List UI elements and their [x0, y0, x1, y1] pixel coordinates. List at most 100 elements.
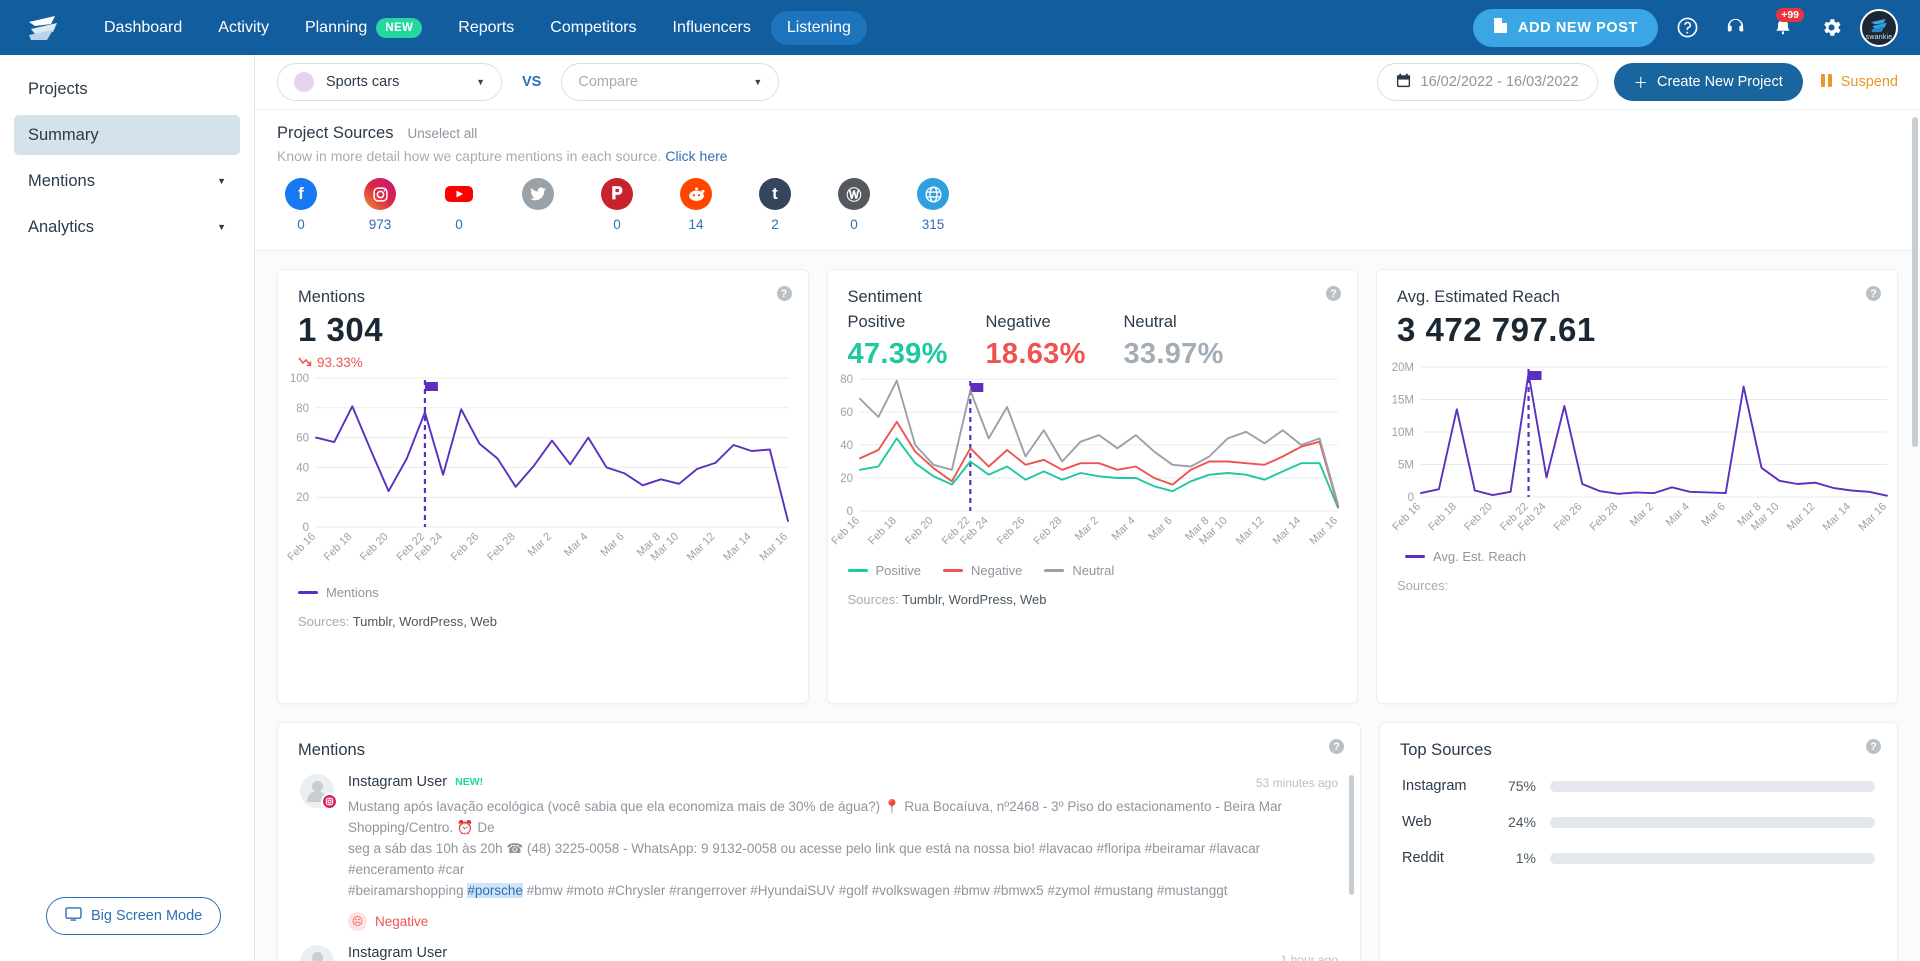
top-sources-title: Top Sources	[1400, 741, 1492, 759]
svg-text:Mar 4: Mar 4	[562, 531, 590, 559]
project-sources-subtitle-text: Know in more detail how we capture menti…	[277, 148, 662, 164]
nav-item-reports[interactable]: Reports	[442, 11, 530, 45]
source-web[interactable]: 315	[913, 178, 953, 232]
svg-text:80: 80	[840, 374, 853, 386]
new-badge: NEW	[376, 17, 423, 38]
legend-color-swatch	[1044, 569, 1065, 572]
nav-item-dashboard[interactable]: Dashboard	[88, 11, 198, 45]
big-screen-mode-button[interactable]: Big Screen Mode	[46, 897, 222, 935]
svg-text:20: 20	[840, 473, 853, 485]
help-icon[interactable]: ?	[1866, 739, 1881, 754]
page-scrollbar[interactable]	[1912, 117, 1918, 447]
chevron-down-icon: ▼	[753, 77, 763, 87]
svg-text:Feb 16: Feb 16	[829, 515, 862, 548]
mentions-delta-value: 93.33%	[317, 355, 363, 370]
project-select[interactable]: Sports cars ▼	[277, 63, 502, 101]
notifications-bell-icon[interactable]: +99	[1764, 7, 1804, 47]
compare-select-placeholder: Compare	[578, 74, 638, 90]
list-item[interactable]: Instagram User 1 hour ago	[278, 937, 1360, 961]
svg-text:Mar 14: Mar 14	[1821, 501, 1854, 534]
svg-text:Feb 28: Feb 28	[1031, 515, 1064, 548]
mention-highlighted-keyword: #porsche	[467, 882, 523, 898]
date-range-picker[interactable]: 16/02/2022 - 16/03/2022	[1376, 63, 1598, 101]
source-tumblr[interactable]: t 2	[755, 178, 795, 232]
source-twitter[interactable]	[518, 178, 558, 232]
source-instagram[interactable]: 973	[360, 178, 400, 232]
nav-item-listening[interactable]: Listening	[770, 10, 867, 45]
mentions-feed-card: ? Mentions Instagram User NEW! Mustang a…	[277, 722, 1361, 961]
reach-sources: Sources:	[1377, 564, 1897, 609]
suspend-label: Suspend	[1840, 74, 1898, 90]
help-icon[interactable]: ?	[1329, 739, 1344, 754]
sources-prefix: Sources:	[847, 592, 899, 607]
help-icon[interactable]	[1668, 9, 1706, 47]
nav-item-influencers[interactable]: Influencers	[657, 11, 767, 45]
vs-label: VS	[522, 74, 542, 90]
top-source-name: Reddit	[1402, 850, 1444, 866]
reach-chart: 0 5M 10M 15M 20M Feb 16 Feb 18 Feb 20 Feb 22 Feb …	[1377, 359, 1897, 549]
svg-text:Feb 20: Feb 20	[358, 531, 391, 564]
svg-text:Feb 18: Feb 18	[866, 515, 899, 548]
legend-color-swatch	[943, 569, 964, 572]
settings-gear-icon[interactable]	[1812, 9, 1850, 47]
list-item[interactable]: Instagram User NEW! Mustang após lavação…	[278, 760, 1360, 937]
sentiment-negative: Negative 18.63%	[986, 313, 1124, 371]
svg-text:40: 40	[296, 462, 309, 474]
sentiment-neutral: Neutral 33.97%	[1124, 313, 1262, 371]
trend-down-icon	[298, 355, 312, 370]
mention-username: Instagram User	[348, 944, 448, 961]
reach-total-value: 3 472 797.61	[1397, 311, 1596, 348]
help-icon[interactable]: ?	[776, 286, 792, 301]
source-pinterest[interactable]: 𝐏 0	[597, 178, 637, 232]
stilingue-logo-icon[interactable]	[22, 11, 64, 45]
big-screen-mode-label: Big Screen Mode	[91, 908, 203, 924]
nav-label: Reports	[458, 18, 515, 36]
svg-text:Feb 26: Feb 26	[1552, 501, 1585, 534]
svg-text:Mar 12: Mar 12	[1233, 515, 1266, 548]
sentiment-label: Negative	[985, 313, 1051, 331]
nav-item-activity[interactable]: Activity	[202, 11, 285, 45]
filter-bar: Sports cars ▼ VS Compare ▼ 16/02/2022 - …	[255, 55, 1920, 110]
source-reddit[interactable]: 14	[676, 178, 716, 232]
help-icon[interactable]: ?	[1866, 286, 1881, 301]
compare-select[interactable]: Compare ▼	[561, 63, 780, 101]
nav-item-planning[interactable]: Planning NEW	[289, 10, 438, 46]
source-facebook[interactable]: f 0	[281, 178, 321, 232]
nav-label: Dashboard	[104, 18, 183, 36]
mention-text-line-3a: #beiramarshopping	[348, 882, 468, 898]
headset-support-icon[interactable]	[1716, 9, 1754, 47]
create-new-project-button[interactable]: ＋ Create New Project	[1613, 63, 1803, 101]
mention-text: Mustang após lavação ecológica (você sab…	[348, 797, 1338, 902]
sidebar-item-analytics[interactable]: Analytics ▼	[14, 207, 240, 247]
mention-text-line-1: Mustang após lavação ecológica (você sab…	[348, 799, 1282, 835]
mentions-card-title: Mentions	[298, 288, 365, 306]
click-here-link[interactable]: Click here	[665, 148, 727, 164]
svg-text:5M: 5M	[1398, 460, 1414, 472]
source-wordpress[interactable]: Ⓦ 0	[834, 178, 874, 232]
svg-text:Feb 18: Feb 18	[1426, 501, 1459, 534]
sidebar-item-projects[interactable]: Projects	[14, 69, 240, 109]
unselect-all-link[interactable]: Unselect all	[407, 126, 477, 141]
nav-item-competitors[interactable]: Competitors	[534, 11, 652, 45]
svg-text:Feb 18: Feb 18	[322, 531, 355, 564]
mention-timestamp: 53 minutes ago	[1255, 776, 1338, 790]
top-source-name: Web	[1402, 814, 1432, 830]
source-count: 0	[297, 217, 305, 232]
user-avatar[interactable]: swankie	[1860, 8, 1898, 47]
svg-text:Mar 14: Mar 14	[1270, 515, 1303, 548]
add-new-post-button[interactable]: ADD NEW POST	[1473, 8, 1658, 47]
sidebar-item-label: Mentions	[28, 171, 95, 190]
svg-text:Mar 2: Mar 2	[1072, 515, 1100, 543]
facebook-icon: f	[285, 178, 317, 210]
source-count: 973	[368, 217, 392, 232]
suspend-button[interactable]: Suspend	[1820, 73, 1898, 91]
notification-count-badge: +99	[1776, 7, 1804, 22]
sidebar-item-summary[interactable]: Summary	[14, 115, 240, 155]
help-icon[interactable]: ?	[1326, 286, 1341, 301]
nav-items: Dashboard Activity Planning NEW Reports …	[88, 10, 867, 46]
source-youtube[interactable]: 0	[439, 178, 479, 232]
sidebar-item-mentions[interactable]: Mentions ▼	[14, 161, 240, 201]
table-row: Reddit 1%	[1380, 840, 1897, 876]
add-new-post-label: ADD NEW POST	[1518, 19, 1638, 36]
table-row: Web 24%	[1380, 804, 1897, 840]
